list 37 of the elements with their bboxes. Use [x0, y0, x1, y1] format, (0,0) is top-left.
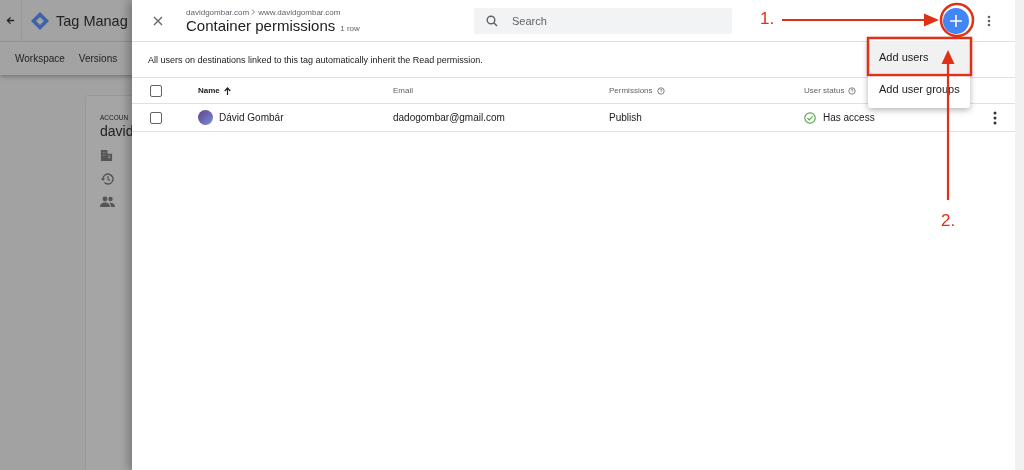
search-field[interactable]: Search	[474, 7, 732, 34]
row-count: 1 row	[340, 23, 360, 33]
breadcrumb-link[interactable]: www.davidgombar.com	[258, 7, 341, 17]
column-header[interactable]: User status	[804, 86, 845, 95]
breadcrumb-link[interactable]: davidgombar.com	[186, 7, 250, 17]
add-button[interactable]	[943, 7, 969, 34]
highlight-ring	[939, 2, 975, 38]
history-icon	[100, 172, 114, 186]
chevron-icon	[251, 9, 257, 15]
plus-icon	[950, 14, 962, 27]
user-status: Has access	[823, 112, 875, 123]
step-number: 2.	[941, 211, 956, 231]
more-icon	[993, 110, 997, 125]
user-email: dadogombar@gmail.com	[393, 112, 506, 123]
sort-arrow-icon	[223, 86, 231, 95]
back-arrow-icon	[6, 16, 15, 25]
close-icon	[153, 15, 163, 26]
nav-tab[interactable]: Workspace	[15, 53, 65, 64]
row-checkbox[interactable]	[150, 111, 162, 124]
check-circle-icon	[804, 111, 816, 124]
user-name: Dávid Gombár	[219, 112, 284, 123]
app-title: Tag Manag	[56, 12, 128, 29]
column-header[interactable]: Email	[393, 86, 413, 95]
more-icon	[987, 14, 991, 27]
search-icon	[486, 14, 498, 27]
building-icon	[100, 149, 113, 162]
step-number: 1.	[760, 9, 775, 29]
column-header[interactable]: Name	[198, 86, 220, 95]
panel-title: Container permissions	[186, 16, 336, 34]
people-icon	[100, 196, 115, 207]
menu-item[interactable]: Add users	[868, 41, 970, 73]
avatar	[198, 110, 213, 125]
select-all-checkbox[interactable]	[150, 84, 162, 97]
nav-tab[interactable]: Versions	[78, 53, 118, 64]
logo-icon	[30, 10, 50, 31]
permission-level: Publish	[609, 112, 643, 123]
column-header[interactable]: Permissions	[609, 86, 653, 95]
